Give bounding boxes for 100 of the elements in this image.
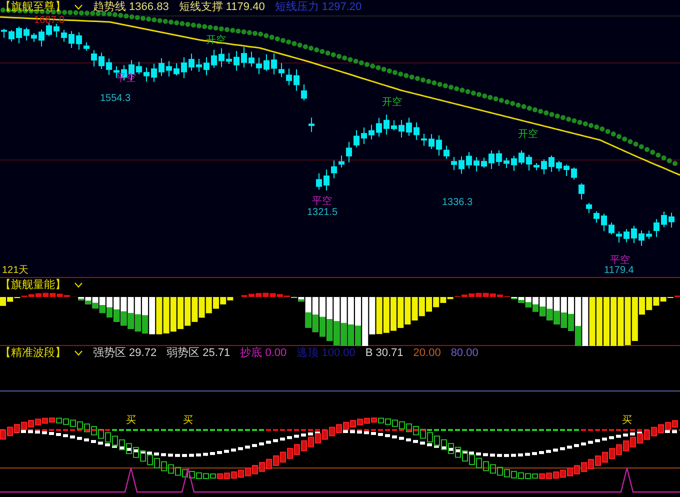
candlestick (181, 56, 187, 79)
candlestick (474, 156, 480, 172)
candlestick (421, 133, 427, 146)
candlestick (211, 49, 217, 68)
candlestick (414, 122, 420, 140)
candlestick (226, 52, 232, 65)
buy-signal-label: 买 (622, 416, 632, 426)
candlestick (624, 228, 630, 243)
panel-title[interactable]: 【精准波段】 (0, 348, 66, 359)
candlestick (241, 46, 247, 68)
candlestick (174, 62, 180, 76)
candlestick (541, 158, 547, 175)
indicator-reading: 逃顶 100.00 (296, 348, 356, 359)
candlestick (466, 152, 472, 170)
candlestick (391, 120, 397, 131)
candlestick (98, 52, 104, 70)
candlestick (564, 164, 570, 176)
candlestick (556, 160, 562, 172)
candlestick (436, 134, 442, 156)
candlestick (234, 50, 240, 72)
candlestick (68, 30, 74, 48)
candlestick (444, 145, 450, 160)
candlestick (406, 117, 412, 136)
caret-icon[interactable] (74, 282, 83, 289)
candlestick (324, 169, 330, 191)
candlestick (518, 150, 524, 165)
indicator-reading: 抄底 0.00 (240, 348, 287, 359)
candlestick (488, 150, 494, 170)
candlestick (571, 166, 577, 180)
candlestick (534, 162, 540, 171)
candlestick (354, 130, 360, 148)
candlestick (511, 155, 517, 172)
candlestick (8, 30, 14, 42)
candlestick (316, 172, 322, 190)
indicator-reading: 短线支撑 1179.40 (178, 2, 265, 13)
indicator-reading: B 30.71 (365, 348, 404, 359)
candlestick (76, 32, 82, 50)
candlestick (668, 212, 674, 228)
candlestick (496, 150, 502, 166)
price-label: 1321.5 (307, 208, 338, 218)
candlestick (248, 51, 254, 68)
candlestick (136, 61, 142, 75)
signal-label: 平空 (610, 256, 630, 266)
candlestick (286, 68, 292, 86)
candlestick (158, 58, 164, 77)
candlestick (46, 22, 52, 37)
candlestick (61, 29, 67, 42)
candlestick (256, 57, 262, 75)
candlestick (54, 23, 60, 38)
signal-label: 平空 (312, 197, 332, 207)
candlestick (451, 156, 457, 171)
candlestick (504, 157, 510, 169)
candlestick (264, 54, 270, 72)
candlestick (526, 154, 532, 171)
candlestick (166, 60, 172, 77)
candlestick (458, 156, 464, 174)
candlestick (646, 230, 652, 240)
price-label: 1554.3 (100, 94, 131, 104)
candlestick (218, 48, 224, 68)
indicator-reading: 20.00 (413, 348, 441, 359)
price-label: 1336.3 (442, 198, 473, 208)
candlestick (608, 222, 614, 235)
candlestick (368, 124, 374, 140)
buy-signal-label: 买 (126, 416, 136, 426)
candlestick (594, 210, 600, 224)
candlestick (278, 62, 284, 78)
candlestick (631, 225, 637, 244)
candlestick (91, 50, 97, 67)
candlestick (654, 218, 660, 238)
caret-icon[interactable] (74, 350, 83, 357)
candlestick (188, 53, 194, 72)
candlestick (346, 141, 352, 163)
indicator-reading: 80.00 (450, 348, 478, 359)
panel-title[interactable]: 【旗舰量能】 (0, 280, 66, 291)
candlestick (31, 32, 37, 42)
candlestick (384, 114, 390, 136)
indicator-reading: 弱势区 25.71 (166, 348, 230, 359)
candlestick (144, 66, 150, 82)
candlestick (428, 134, 434, 150)
candlestick (578, 182, 584, 200)
buy-signal-label: 买 (183, 416, 193, 426)
candlestick (308, 117, 314, 132)
period-label: 121天 (2, 266, 29, 276)
candlestick (151, 63, 157, 82)
price-label: 1179.4 (604, 266, 634, 276)
candlestick (38, 29, 44, 47)
candlestick (84, 42, 90, 52)
candlestick (638, 230, 644, 246)
candlestick (601, 213, 607, 232)
candlestick (294, 68, 300, 92)
indicator-reading: 强势区 29.72 (93, 348, 157, 359)
caret-icon[interactable] (74, 4, 83, 11)
candlestick (586, 202, 592, 214)
candlestick (24, 27, 30, 41)
candlestick (106, 58, 112, 76)
candlestick (616, 230, 622, 243)
indicator-reading: 短线压力 1297.20 (274, 2, 362, 13)
candlestick (376, 117, 382, 138)
candlestick (661, 211, 667, 228)
indicator-reading: 趋势线 1366.83 (93, 2, 169, 13)
